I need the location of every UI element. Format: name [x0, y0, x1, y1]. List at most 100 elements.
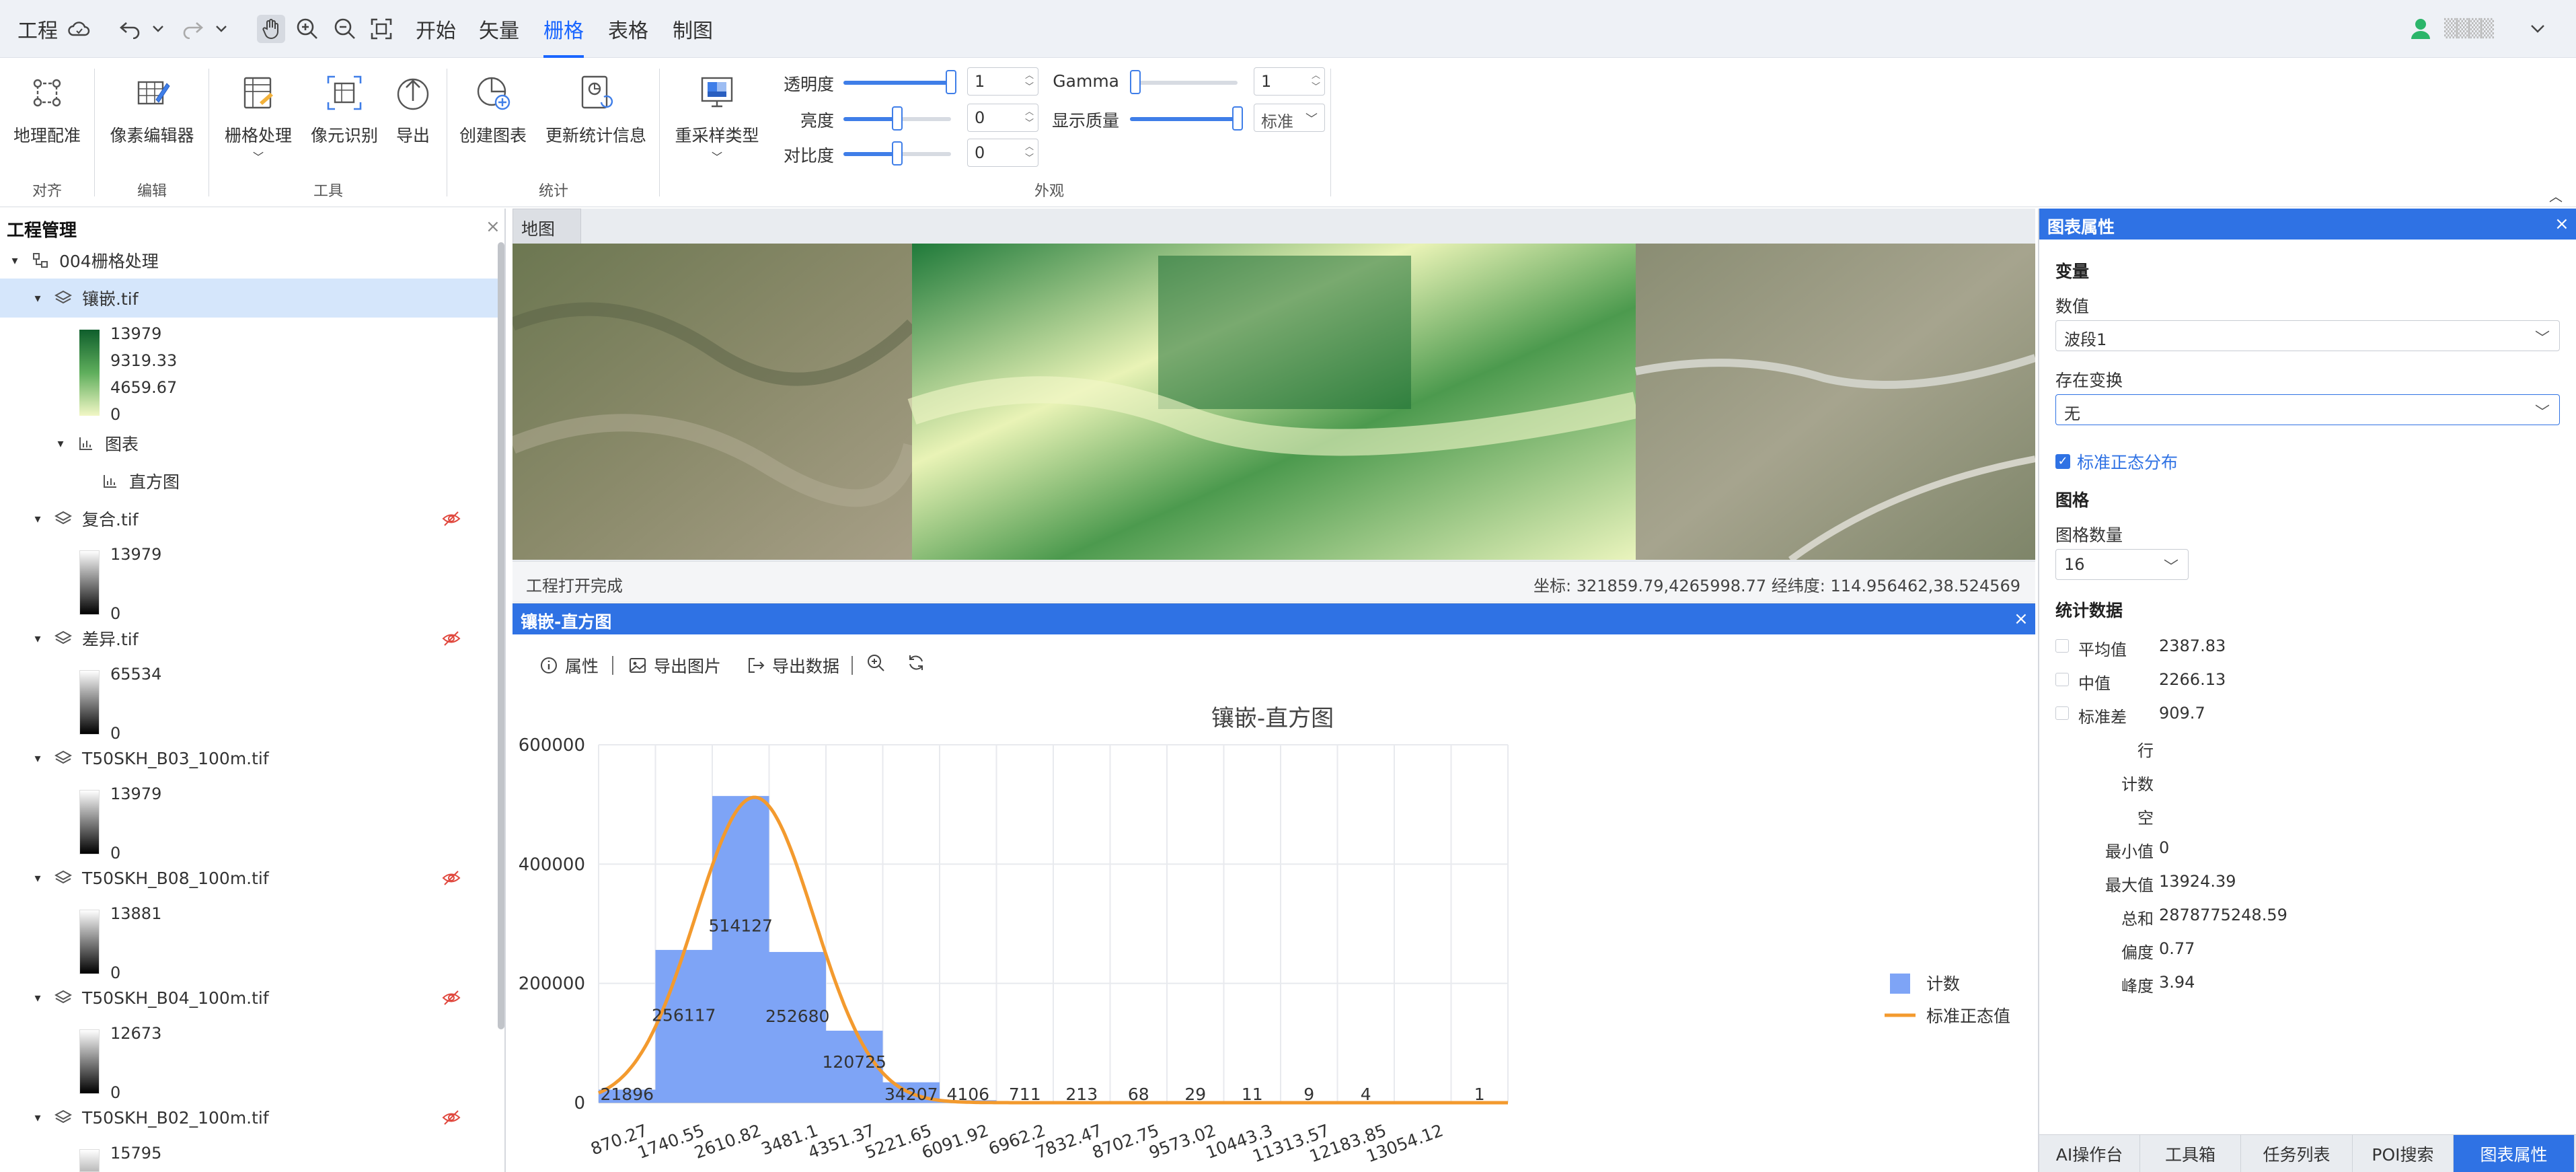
- pixel-editor-button[interactable]: 像素编辑器: [106, 74, 198, 147]
- bottom-tab[interactable]: AI操作台: [2039, 1135, 2140, 1172]
- full-extent-icon[interactable]: [367, 15, 395, 43]
- brightness-slider[interactable]: [843, 106, 951, 131]
- properties-button[interactable]: 属性: [539, 653, 599, 677]
- tab-vector[interactable]: 矢量: [479, 0, 519, 58]
- redo-icon[interactable]: [179, 15, 207, 43]
- redo-dropdown-icon[interactable]: [213, 15, 230, 43]
- stat-checkbox[interactable]: [2055, 639, 2069, 653]
- username[interactable]: ▒▒▒▒: [2444, 0, 2494, 58]
- bottom-tab[interactable]: POI搜索: [2353, 1135, 2454, 1172]
- close-icon[interactable]: ×: [2014, 609, 2029, 629]
- ribbon-toolbar: 地理配准 对齐 像素编辑器 编辑 栅格处理 ﹀ 像元识别 导出 工具 创建图表 …: [0, 58, 2576, 207]
- contrast-slider[interactable]: [843, 141, 951, 166]
- tree-layer-composite[interactable]: ▾ 复合.tif: [0, 499, 498, 538]
- expand-caret-icon[interactable]: ▾: [31, 632, 44, 646]
- visibility-off-icon[interactable]: [441, 628, 461, 649]
- expand-caret-icon[interactable]: ▾: [31, 1111, 44, 1125]
- gamma-input[interactable]: 1 ︿ ﹀: [1254, 67, 1325, 96]
- map-tab[interactable]: 地图: [513, 209, 581, 244]
- bottom-tab[interactable]: 任务列表: [2241, 1135, 2353, 1172]
- bottom-tab[interactable]: 工具箱: [2140, 1135, 2241, 1172]
- georeference-button[interactable]: 地理配准: [12, 74, 82, 147]
- tree-layer-b03[interactable]: ▾ T50SKH_B03_100m.tif: [0, 739, 498, 778]
- tree-layer-b08[interactable]: ▾ T50SKH_B08_100m.tif: [0, 858, 498, 898]
- bar-value-label: 213: [1065, 1085, 1098, 1104]
- raster-processing-dropdown-icon: ﹀: [252, 151, 264, 163]
- update-stats-button[interactable]: 更新统计信息: [542, 74, 650, 147]
- contrast-input[interactable]: 0 ︿ ﹀: [967, 139, 1038, 167]
- zoom-in-icon[interactable]: [293, 15, 321, 43]
- brightness-input[interactable]: 0 ︿ ﹀: [967, 104, 1038, 132]
- bottom-tab[interactable]: 图表属性: [2454, 1135, 2575, 1172]
- tree-histogram-item[interactable]: 直方图: [0, 462, 498, 501]
- undo-dropdown-icon[interactable]: [149, 15, 167, 43]
- std-normal-checkbox[interactable]: ✓ 标准正态分布: [2055, 449, 2178, 474]
- update-stats-icon: [581, 75, 613, 109]
- stat-checkbox[interactable]: [2055, 673, 2069, 686]
- visibility-off-icon[interactable]: [441, 1107, 461, 1128]
- tree-layer-mosaic[interactable]: ▾ 镶嵌.tif: [0, 279, 498, 318]
- export-image-button[interactable]: 导出图片: [628, 653, 721, 677]
- tab-start[interactable]: 开始: [416, 0, 456, 58]
- expand-caret-icon[interactable]: ▾: [31, 512, 44, 526]
- expand-caret-icon[interactable]: ▾: [31, 991, 44, 1005]
- pixel-editor-label: 像素编辑器: [110, 126, 194, 145]
- expand-caret-icon[interactable]: ▾: [8, 254, 22, 268]
- y-tick-label: 600000: [519, 735, 585, 756]
- collapse-ribbon-icon[interactable]: ︿: [2549, 186, 2563, 205]
- project-menu[interactable]: 工程: [17, 0, 58, 58]
- raster-processing-button[interactable]: 栅格处理 ﹀: [221, 74, 296, 164]
- visibility-off-icon[interactable]: [441, 509, 461, 529]
- pixel-recognition-button[interactable]: 像元识别: [307, 74, 382, 147]
- tree-project-root[interactable]: ▾ 004栅格处理: [0, 241, 498, 280]
- create-chart-button[interactable]: 创建图表: [457, 74, 529, 147]
- transparency-input[interactable]: 1 ︿ ﹀: [967, 67, 1038, 96]
- tab-raster[interactable]: 栅格: [543, 0, 584, 58]
- tree-layer-difference[interactable]: ▾ 差异.tif: [0, 619, 498, 658]
- visibility-off-icon[interactable]: [441, 988, 461, 1008]
- map-canvas[interactable]: [513, 244, 2035, 560]
- expand-caret-icon[interactable]: ▾: [54, 437, 67, 451]
- resample-type-button[interactable]: 重采样类型 ﹀: [670, 74, 764, 164]
- user-avatar-icon[interactable]: [2407, 15, 2435, 43]
- visibility-off-icon[interactable]: [441, 868, 461, 888]
- tab-table[interactable]: 表格: [608, 0, 648, 58]
- transparency-slider[interactable]: [843, 70, 956, 94]
- display-quality-select[interactable]: 标准 ﹀: [1254, 104, 1325, 132]
- legend-label-count: 计数: [1926, 974, 1960, 994]
- close-icon[interactable]: ×: [2554, 214, 2569, 234]
- expand-caret-icon[interactable]: ▾: [31, 291, 44, 305]
- contrast-value: 0: [975, 143, 985, 162]
- stat-checkbox[interactable]: [2055, 706, 2069, 720]
- display-quality-slider[interactable]: [1130, 106, 1243, 131]
- tree-chart-folder[interactable]: ▾ 图表: [0, 424, 498, 463]
- undo-icon[interactable]: [116, 15, 144, 43]
- bar-value-label: 34207: [884, 1085, 938, 1104]
- zoom-out-icon[interactable]: [331, 15, 359, 43]
- chart-folder-label: 图表: [105, 435, 139, 454]
- tree-layer-b02[interactable]: ▾ T50SKH_B02_100m.tif: [0, 1098, 498, 1137]
- zoom-chart-button[interactable]: [866, 653, 892, 672]
- close-icon[interactable]: ×: [486, 217, 500, 237]
- layers-icon: [54, 869, 73, 887]
- bar-value-label: 4: [1361, 1085, 1371, 1104]
- transform-select[interactable]: 无 ﹀: [2055, 394, 2560, 425]
- export-button[interactable]: 导出: [389, 74, 437, 147]
- refresh-chart-button[interactable]: [907, 653, 932, 672]
- value-select[interactable]: 波段1 ﹀: [2055, 320, 2560, 351]
- grid-count-select[interactable]: 16 ﹀: [2055, 549, 2189, 580]
- stat-value: 3.94: [2159, 973, 2195, 992]
- gamma-slider[interactable]: [1130, 70, 1238, 94]
- expand-caret-icon[interactable]: ▾: [31, 871, 44, 885]
- tree-layer-b04[interactable]: ▾ T50SKH_B04_100m.tif: [0, 978, 498, 1017]
- cloud-icon[interactable]: [65, 15, 93, 43]
- brightness-label: 亮度: [800, 111, 834, 131]
- export-data-button[interactable]: 导出数据: [747, 653, 839, 677]
- expand-caret-icon[interactable]: ▾: [31, 752, 44, 766]
- user-menu-chevron-icon[interactable]: [2524, 15, 2552, 43]
- pan-hand-icon[interactable]: [257, 15, 285, 43]
- tree-scrollbar[interactable]: [498, 242, 504, 1029]
- tab-mapping[interactable]: 制图: [673, 0, 713, 58]
- toolbar-divider: [612, 656, 613, 675]
- stat-value: 0: [2159, 838, 2170, 857]
